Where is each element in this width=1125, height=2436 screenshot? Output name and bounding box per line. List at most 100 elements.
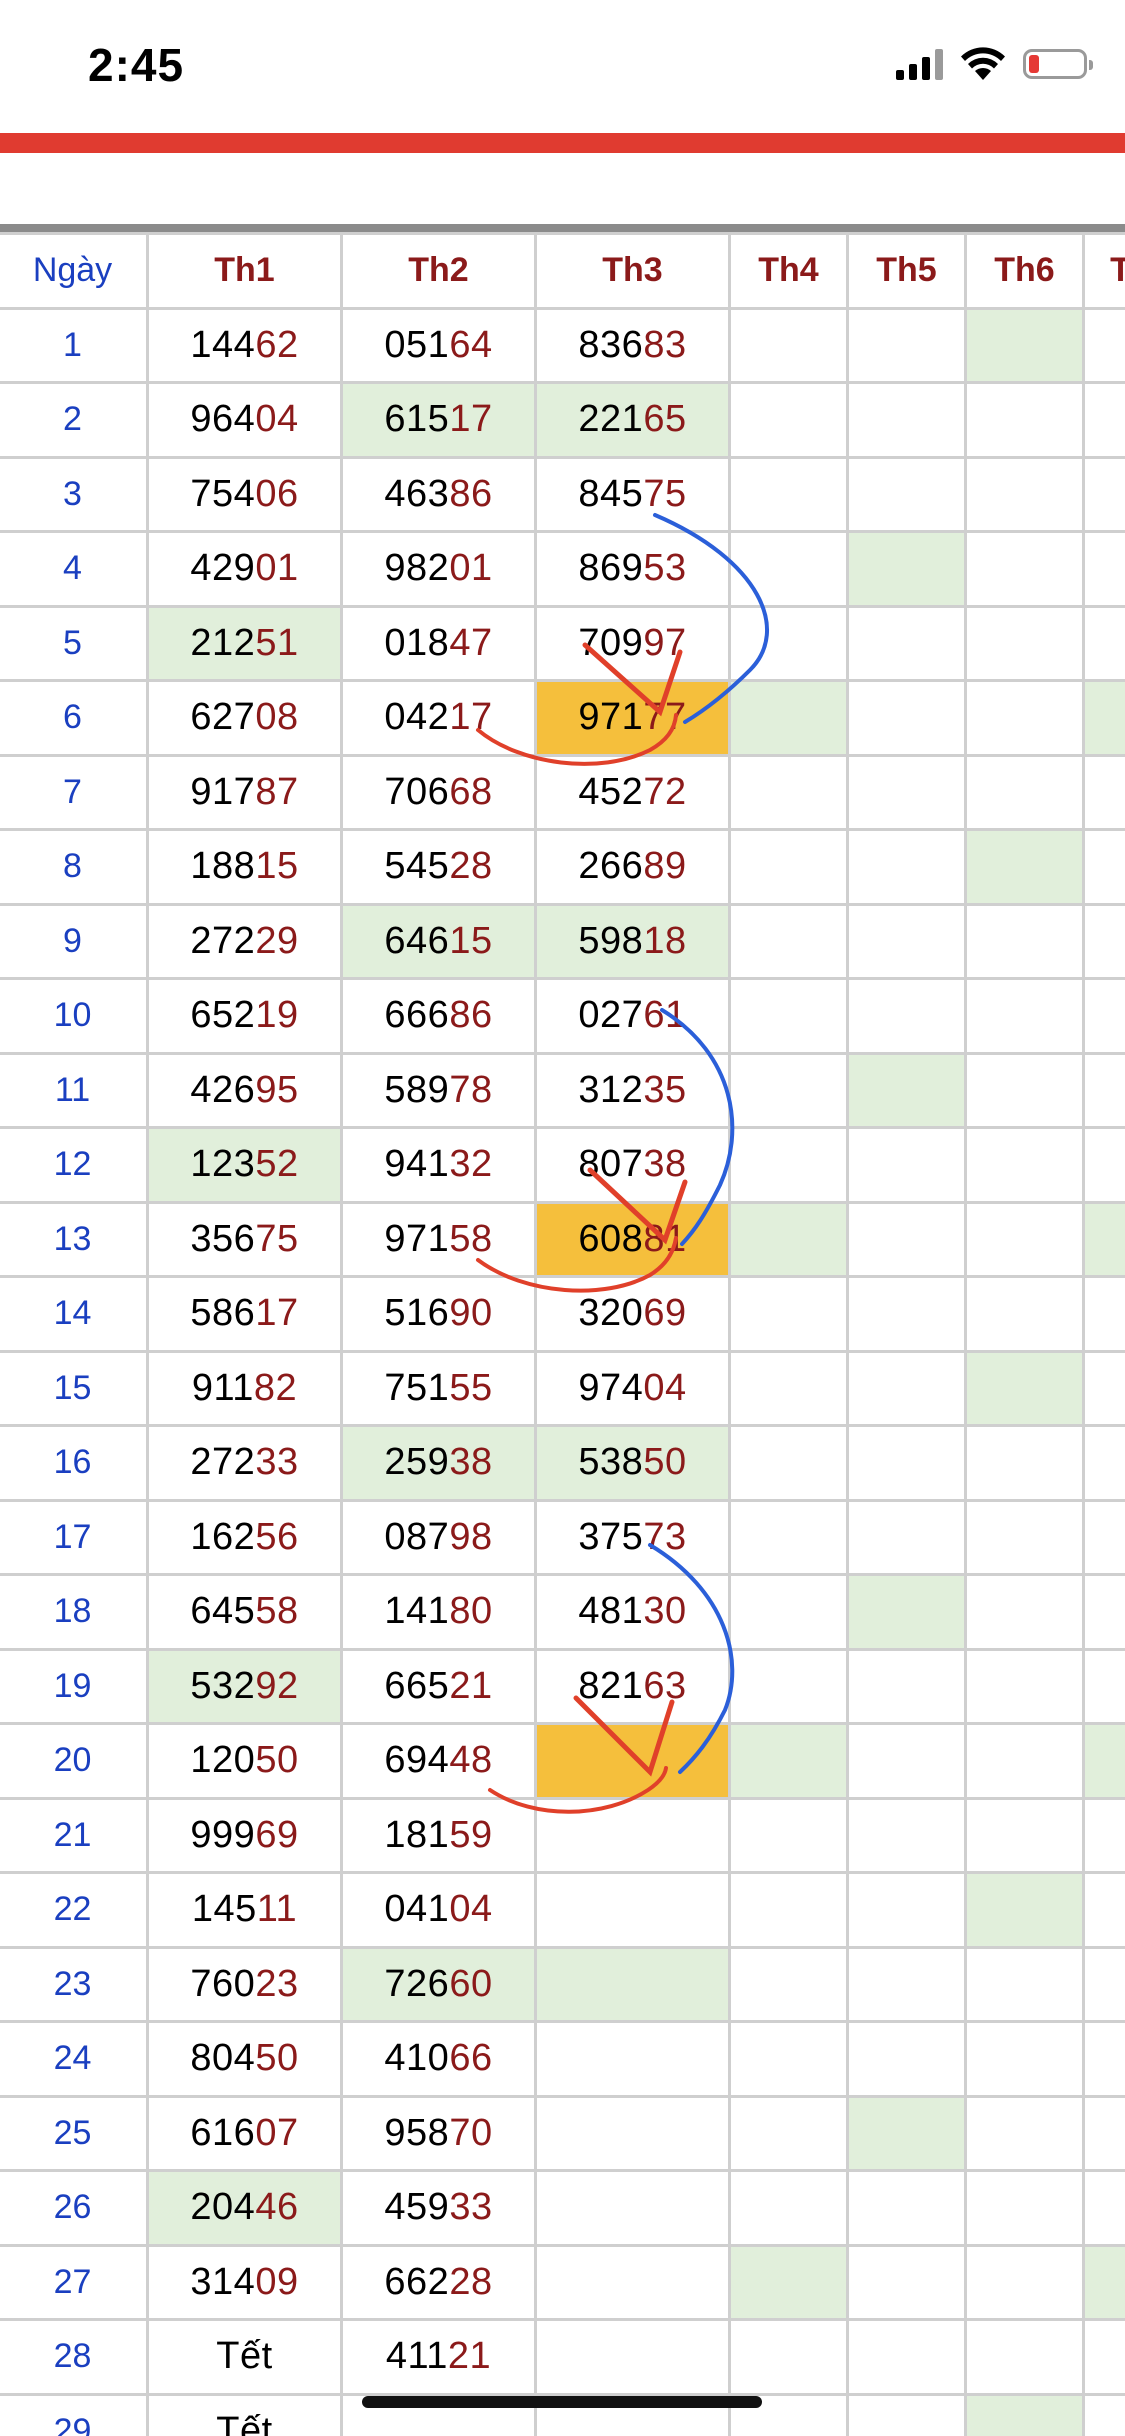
home-indicator[interactable] xyxy=(362,2396,762,2408)
result-cell-th6 xyxy=(964,1796,1085,1874)
result-cell-th4 xyxy=(728,2318,849,2396)
result-head: 204 xyxy=(190,2186,256,2229)
status-bar: 2:45 xyxy=(0,0,1125,132)
result-head: 181 xyxy=(384,1813,450,1856)
result-cell-th3: 86953 xyxy=(534,530,731,608)
result-cell-th6 xyxy=(964,455,1085,533)
result-cell-th1: 21251 xyxy=(146,604,343,682)
day-cell: 10 xyxy=(0,977,149,1055)
result-cell-th3: 60881 xyxy=(534,1200,731,1278)
result-head: 694 xyxy=(384,1739,450,1782)
result-cell-th2: 75155 xyxy=(340,1349,537,1427)
day-cell: 5 xyxy=(0,604,149,682)
table-row: 28 Tết 41121 xyxy=(0,2318,1125,2396)
result-cell-th1: 64558 xyxy=(146,1573,343,1651)
result-cell-th3: 48130 xyxy=(534,1573,731,1651)
result-cell-th4 xyxy=(728,1200,849,1278)
result-cell-th2: 66686 xyxy=(340,977,537,1055)
result-cell-th3 xyxy=(534,2094,731,2172)
result-tail: 09 xyxy=(255,2260,299,2303)
result-head: 845 xyxy=(578,472,644,515)
result-head: 188 xyxy=(190,845,256,888)
result-cell-th6 xyxy=(964,1275,1085,1353)
result-cell-th2: 95870 xyxy=(340,2094,537,2172)
result-cell-th2: 61517 xyxy=(340,381,537,459)
column-header-th6: Th6 xyxy=(964,232,1085,310)
result-cell-th6 xyxy=(964,2243,1085,2321)
table-row: 24 80450 41066 xyxy=(0,2020,1125,2098)
result-tail: 58 xyxy=(449,1217,493,1260)
day-cell: 8 xyxy=(0,828,149,906)
results-table: Ngày Th1 Th2 Th3 Th4 Th5 Th6 T 1 14462 05164 83683… xyxy=(0,232,1125,2436)
day-cell: 14 xyxy=(0,1275,149,1353)
result-cell-th2: 46386 xyxy=(340,455,537,533)
day-cell: 29 xyxy=(0,2392,149,2436)
result-tail: 33 xyxy=(255,1441,299,1484)
result-cell-th1: 20446 xyxy=(146,2169,343,2247)
result-cell-th2: 04217 xyxy=(340,679,537,757)
result-tail: 01 xyxy=(449,547,493,590)
result-cell-th7 xyxy=(1082,604,1125,682)
result-cell-th7 xyxy=(1082,1424,1125,1502)
result-head: 836 xyxy=(578,323,644,366)
results-table-container[interactable]: Ngày Th1 Th2 Th3 Th4 Th5 Th6 T 1 14462 05164 83683… xyxy=(0,232,1125,2436)
result-cell-th2: 54528 xyxy=(340,828,537,906)
result-tail: 72 xyxy=(643,770,687,813)
table-row: 6 62708 04217 97177 xyxy=(0,679,1125,757)
result-cell-th6 xyxy=(964,1126,1085,1204)
result-head: 312 xyxy=(578,1068,644,1111)
result-cell-th7 xyxy=(1082,977,1125,1055)
result-head: 452 xyxy=(578,770,644,813)
result-cell-th3 xyxy=(534,2318,731,2396)
result-cell-th4 xyxy=(728,1945,849,2023)
table-row: 8 18815 54528 26689 xyxy=(0,828,1125,906)
result-cell-th4 xyxy=(728,2243,849,2321)
result-head: 463 xyxy=(384,472,450,515)
result-head: 545 xyxy=(384,845,450,888)
day-cell: 4 xyxy=(0,530,149,608)
result-cell-th2: 05164 xyxy=(340,306,537,384)
table-row: 26 20446 45933 xyxy=(0,2169,1125,2247)
result-tail: 38 xyxy=(643,1143,687,1186)
result-cell-th5 xyxy=(846,828,967,906)
result-tail: 04 xyxy=(449,1888,493,1931)
result-cell-th7 xyxy=(1082,679,1125,757)
result-head: 666 xyxy=(384,994,450,1037)
result-cell-th5 xyxy=(846,2169,967,2247)
result-head: 041 xyxy=(384,1888,450,1931)
result-head: 586 xyxy=(190,1292,256,1335)
table-row: 12 12352 94132 80738 xyxy=(0,1126,1125,1204)
result-cell-th7 xyxy=(1082,2392,1125,2436)
table-row: 10 65219 66686 02761 xyxy=(0,977,1125,1055)
result-cell-th2: 58978 xyxy=(340,1051,537,1129)
result-head: 917 xyxy=(190,770,256,813)
result-tail: 15 xyxy=(449,919,493,962)
result-cell-th3: 70997 xyxy=(534,604,731,682)
result-cell-th5 xyxy=(846,306,967,384)
result-tail: 08 xyxy=(255,696,299,739)
result-tail: 61 xyxy=(643,994,687,1037)
result-tail: 07 xyxy=(255,2111,299,2154)
result-cell-th5 xyxy=(846,530,967,608)
result-tail: 65 xyxy=(643,398,687,441)
result-cell-th2: 94132 xyxy=(340,1126,537,1204)
result-cell-th3: 22165 xyxy=(534,381,731,459)
result-cell-th7 xyxy=(1082,2020,1125,2098)
result-cell-th6 xyxy=(964,902,1085,980)
result-tail: 89 xyxy=(643,845,687,888)
result-head: Tết xyxy=(216,2409,273,2436)
result-cell-th4 xyxy=(728,530,849,608)
result-cell-th3 xyxy=(534,1722,731,1800)
result-head: 266 xyxy=(578,845,644,888)
table-row: 16 27233 25938 53850 xyxy=(0,1424,1125,1502)
result-cell-th5 xyxy=(846,2318,967,2396)
day-cell: 7 xyxy=(0,753,149,831)
result-cell-th5 xyxy=(846,902,967,980)
result-head: 356 xyxy=(190,1217,256,1260)
result-cell-th6 xyxy=(964,1424,1085,1502)
wifi-icon xyxy=(961,47,1005,80)
result-head: 964 xyxy=(190,398,256,441)
result-tail: 62 xyxy=(255,323,299,366)
result-head: 941 xyxy=(384,1143,450,1186)
table-row: 18 64558 14180 48130 xyxy=(0,1573,1125,1651)
